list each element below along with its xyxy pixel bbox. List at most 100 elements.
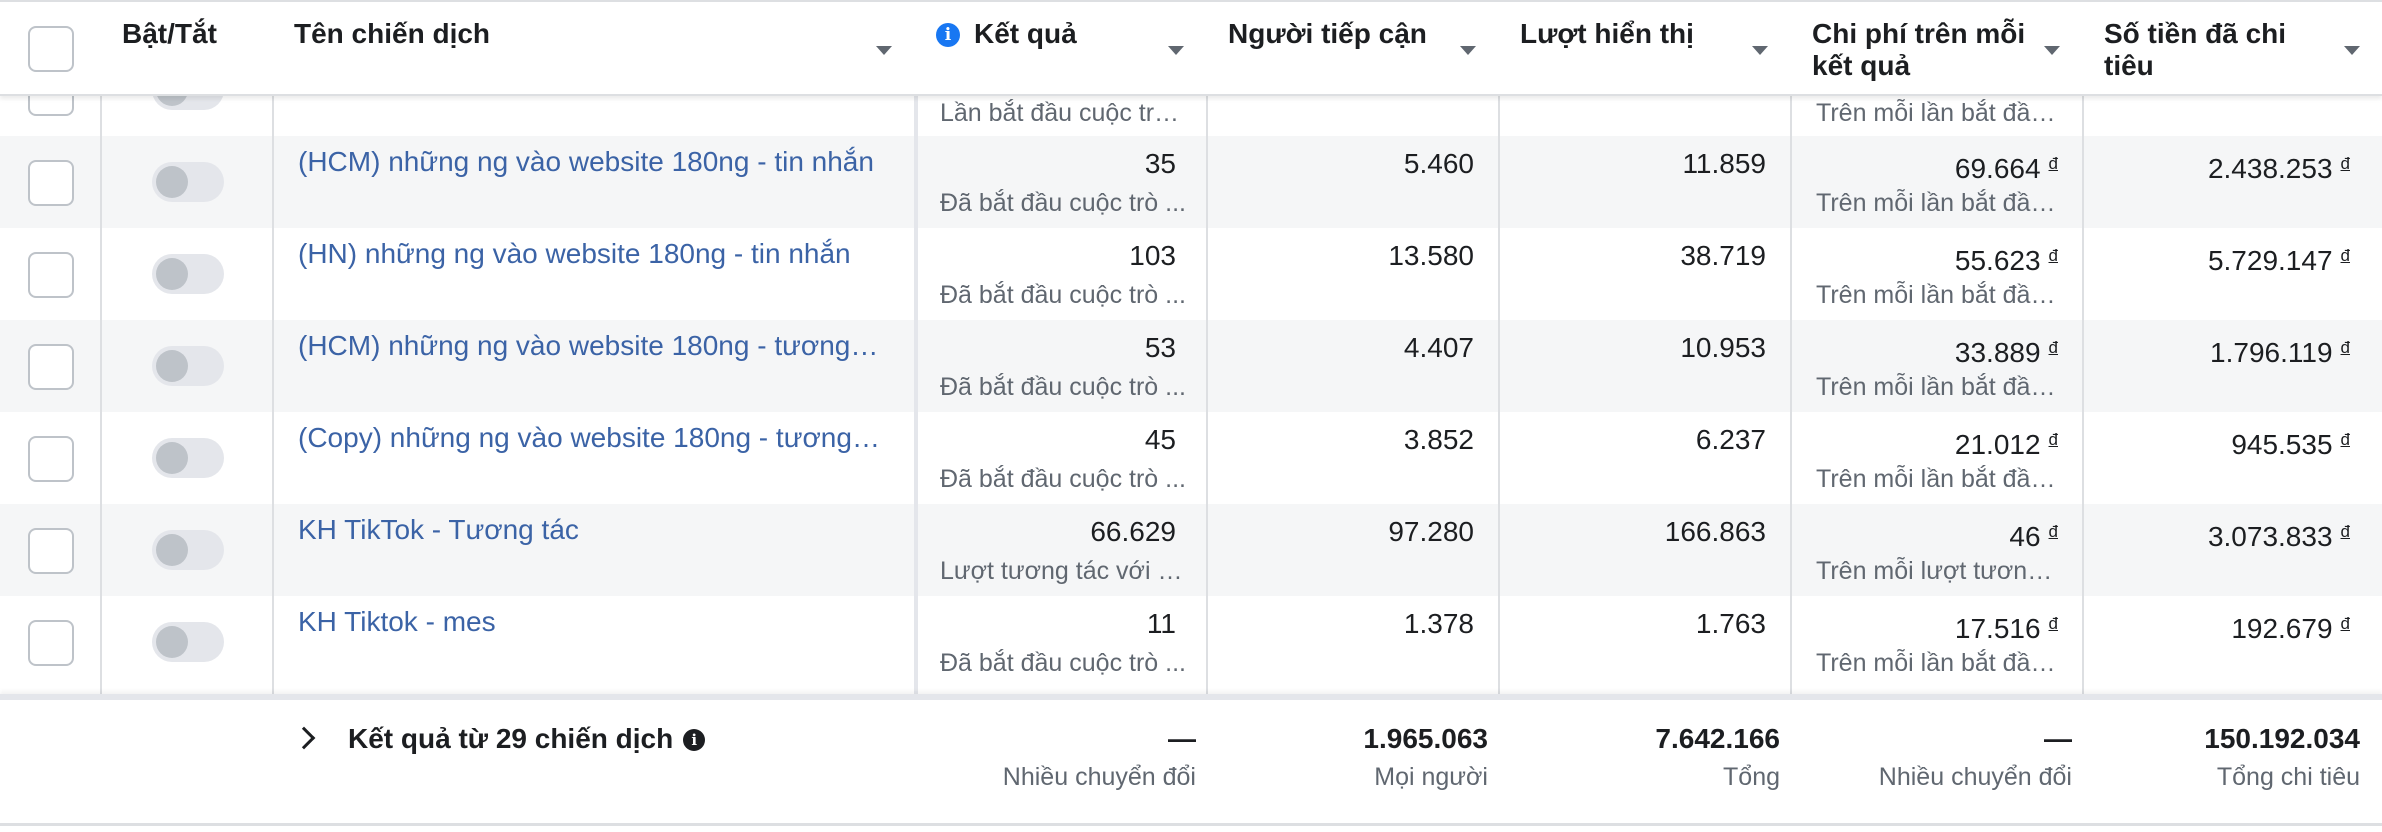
cost-per-result-value: 55.623 đ	[1955, 240, 2058, 277]
impressions-value: 38.719	[1680, 240, 1766, 271]
amount-spent-value: 192.679 đ	[2231, 608, 2350, 645]
column-divider	[100, 0, 102, 694]
row-toggle[interactable]	[152, 530, 224, 570]
amount-spent-value: 5.729.147 đ	[2208, 240, 2350, 277]
results-value: 66.629	[1090, 516, 1176, 547]
column-header-reach[interactable]: Người tiếp cận	[1208, 2, 1498, 96]
reach-value: 3.852	[1403, 424, 1474, 455]
row-checkbox[interactable]	[28, 344, 74, 390]
results-sub-label: Đã bắt đầu cuộc trò ...	[940, 649, 1186, 677]
currency-symbol: đ	[2340, 338, 2350, 357]
sort-caret-icon[interactable]	[2344, 46, 2360, 55]
column-header-results[interactable]: i Kết quả	[916, 2, 1206, 96]
cost-per-result-sub-label: Trên mỗi lần bắt đầu ...	[1816, 373, 2066, 401]
summary-title[interactable]: Kết quả từ 29 chiến dịch i	[348, 722, 706, 756]
campaign-name-link[interactable]: (Copy) những ng vào website 180ng - tươn…	[298, 420, 882, 456]
column-header-impressions[interactable]: Lượt hiển thị	[1500, 2, 1790, 96]
summary-results-sub: Nhiều chuyển đổi	[1002, 763, 1196, 791]
column-header-cost-per-result-label: Chi phí trên mỗi kết quả	[1812, 18, 2026, 81]
currency-symbol: đ	[2340, 522, 2350, 541]
column-header-name-label: Tên chiến dịch	[294, 18, 491, 49]
sort-caret-icon[interactable]	[1752, 46, 1768, 55]
chevron-right-icon[interactable]	[292, 726, 316, 750]
summary-amount-spent: 150.192.034	[2204, 723, 2360, 754]
toggle-knob	[156, 534, 188, 566]
campaign-name-link[interactable]: KH Tiktok - mes	[298, 604, 882, 640]
campaign-name-link[interactable]: (HCM) những ng vào website 180ng - tương…	[298, 328, 882, 364]
amount-spent-value: 945.535 đ	[2231, 424, 2350, 461]
toggle-knob	[156, 442, 188, 474]
amount-spent-amount: 3.073.833	[2207, 521, 2333, 552]
column-header-toggle[interactable]: Bật/Tắt	[102, 2, 272, 96]
row-checkbox[interactable]	[28, 436, 74, 482]
cost-per-result-amount: 46	[2009, 521, 2041, 552]
results-value: 103	[1129, 240, 1176, 271]
reach-value: 97.280	[1388, 516, 1474, 547]
select-all-checkbox[interactable]	[28, 26, 74, 72]
column-header-name[interactable]: Tên chiến dịch	[274, 2, 914, 96]
info-icon[interactable]: i	[683, 729, 706, 751]
reach-value: 1.378	[1403, 608, 1474, 639]
sort-caret-icon[interactable]	[876, 46, 892, 55]
table-row[interactable]: (HCM) những ng vào website 180ng - tin n…	[0, 136, 2382, 228]
row-toggle[interactable]	[152, 438, 224, 478]
row-checkbox[interactable]	[28, 620, 74, 666]
sort-caret-icon[interactable]	[1168, 46, 1184, 55]
table-body: (HCM) những ng vào website 180ng - tin n…	[0, 96, 2382, 694]
summary-reach-sub: Mọi người	[1374, 763, 1488, 791]
results-sub-label: Đã bắt đầu cuộc trò ...	[940, 281, 1186, 309]
amount-spent-amount: 192.679	[2231, 613, 2333, 644]
info-icon[interactable]: i	[936, 23, 960, 47]
currency-symbol: đ	[2048, 614, 2058, 633]
currency-symbol: đ	[2048, 522, 2058, 541]
results-sub-label: Lượt tương tác với b...	[940, 557, 1190, 585]
row-toggle[interactable]	[152, 622, 224, 662]
cost-per-result-sub-label: Trên mỗi lần bắt đầu ...	[1816, 465, 2066, 493]
cost-per-result-amount: 21.012	[1954, 429, 2041, 460]
currency-symbol: đ	[2340, 430, 2350, 449]
table-header: Bật/Tắt Tên chiến dịch i Kết quả Người ti…	[0, 0, 2382, 96]
table-row[interactable]: (Copy) những ng vào website 180ng - tươn…	[0, 412, 2382, 504]
reach-value: 5.460	[1403, 148, 1474, 179]
table-row[interactable]: (HN) những ng vào website 180ng - tin nh…	[0, 228, 2382, 320]
reach-value: 4.407	[1403, 332, 1474, 363]
summary-cost-per-result: —	[2044, 723, 2072, 754]
cost-per-result-amount: 69.664	[1954, 153, 2041, 184]
amount-spent-value: 2.438.253 đ	[2208, 148, 2350, 185]
cost-per-result-amount: 33.889	[1954, 337, 2041, 368]
impressions-value: 11.859	[1682, 148, 1766, 179]
sort-caret-icon[interactable]	[2044, 46, 2060, 55]
column-header-cost-per-result[interactable]: Chi phí trên mỗi kết quả	[1792, 2, 2082, 96]
toggle-knob	[156, 166, 188, 198]
results-sub-label: Đã bắt đầu cuộc trò ...	[940, 465, 1186, 493]
row-toggle[interactable]	[152, 254, 224, 294]
amount-spent-amount: 945.535	[2231, 429, 2333, 460]
row-checkbox[interactable]	[28, 528, 74, 574]
summary-row: Kết quả từ 29 chiến dịch i — Nhiều chuyển…	[0, 694, 2382, 826]
row-checkbox[interactable]	[28, 160, 74, 206]
currency-symbol: đ	[2048, 246, 2058, 265]
amount-spent-value: 1.796.119 đ	[2210, 332, 2350, 369]
row-toggle[interactable]	[152, 346, 224, 386]
row-checkbox[interactable]	[28, 252, 74, 298]
currency-symbol: đ	[2340, 154, 2350, 173]
cost-per-result-sub-label: Trên mỗi lần bắt đầu ...	[1816, 281, 2066, 309]
sort-caret-icon[interactable]	[1460, 46, 1476, 55]
campaign-name-link[interactable]: (HN) những ng vào website 180ng - tin nh…	[298, 236, 882, 272]
results-value: 53	[1144, 332, 1176, 363]
row-toggle[interactable]	[152, 162, 224, 202]
results-sub-label: Đã bắt đầu cuộc trò ...	[940, 189, 1186, 217]
summary-title-text: Kết quả từ 29 chiến dịch	[348, 723, 674, 754]
cost-per-result-sub-label: Trên mỗi lần bắt đầu ...	[1816, 649, 2066, 677]
summary-amount-spent-sub: Tổng chi tiêu	[2216, 763, 2360, 791]
toggle-knob	[156, 350, 188, 382]
campaign-name-link[interactable]: (HCM) những ng vào website 180ng - tin n…	[298, 144, 882, 180]
table-row[interactable]: KH TikTok - Tương tác 66.629 Lượt tương tá…	[0, 504, 2382, 596]
column-header-amount-spent-label: Số tiền đã chi tiêu	[2104, 18, 2287, 81]
campaign-name-link[interactable]: KH TikTok - Tương tác	[298, 512, 882, 548]
currency-symbol: đ	[2048, 154, 2058, 173]
table-row[interactable]: (HCM) những ng vào website 180ng - tương…	[0, 320, 2382, 412]
impressions-value: 10.953	[1680, 332, 1766, 363]
column-header-amount-spent[interactable]: Số tiền đã chi tiêu	[2084, 2, 2382, 96]
table-row[interactable]: KH Tiktok - mes 11 Đã bắt đầu cuộc trò ...…	[0, 596, 2382, 688]
